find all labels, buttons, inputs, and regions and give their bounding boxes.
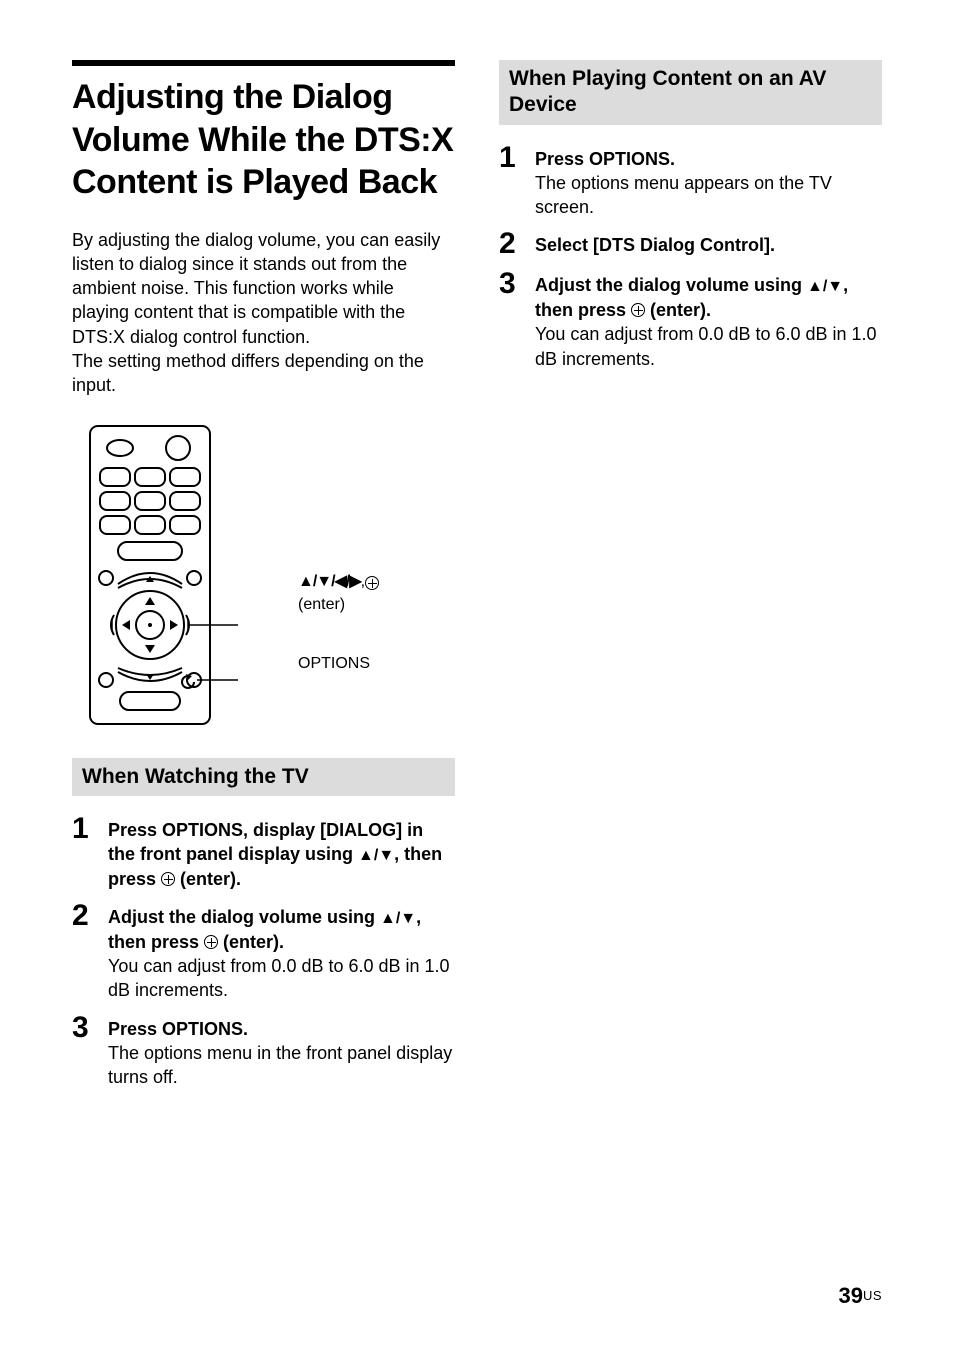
up-down-icon: ▲/▼ [380,910,416,927]
step-number: 3 [72,1013,108,1043]
step-body: Press OPTIONS. The options menu in the f… [108,1013,455,1090]
enter-icon [365,576,379,590]
step-bold-text: Adjust the dialog volume using [108,907,380,927]
step-item: 2 Select [DTS Dialog Control]. [499,229,882,259]
page-footer: 39US [838,1283,882,1309]
step-desc: The options menu appears on the TV scree… [535,173,832,217]
page-suffix: US [863,1288,882,1303]
step-number: 1 [72,814,108,844]
step-number: 2 [72,901,108,931]
remote-callout-dpad: ▲/▼/◀/▶, [298,572,379,593]
arrows-icon: ▲/▼/◀/▶ [298,572,361,593]
step-bold-text: (enter). [645,300,711,320]
right-subheading: When Playing Content on an AV Device [499,60,882,125]
step-body: Adjust the dialog volume using ▲/▼, then… [535,269,882,370]
step-number: 2 [499,229,535,259]
step-body: Adjust the dialog volume using ▲/▼, then… [108,901,455,1002]
page-number: 39 [838,1283,862,1308]
enter-icon [631,303,645,317]
enter-icon [161,872,175,886]
step-bold-text: (enter). [218,932,284,952]
step-bold-text: (enter). [175,869,241,889]
step-item: 1 Press OPTIONS, display [DIALOG] in the… [72,814,455,891]
step-item: 1 Press OPTIONS. The options menu appear… [499,143,882,220]
left-steps: 1 Press OPTIONS, display [DIALOG] in the… [72,814,455,1090]
left-column: Adjusting the Dialog Volume While the DT… [72,60,455,1099]
step-desc: You can adjust from 0.0 dB to 6.0 dB in … [535,324,877,368]
step-bold-text: Adjust the dialog volume using [535,275,807,295]
enter-icon [204,935,218,949]
step-bold-text: Press OPTIONS. [108,1019,248,1039]
right-column: When Playing Content on an AV Device 1 P… [499,60,882,1099]
remote-callout-enter-text: (enter) [298,595,379,616]
step-item: 3 Adjust the dialog volume using ▲/▼, th… [499,269,882,370]
up-down-icon: ▲/▼ [807,278,843,295]
up-down-icon: ▲/▼ [358,847,394,864]
intro-paragraph: By adjusting the dialog volume, you can … [72,228,455,398]
step-item: 3 Press OPTIONS. The options menu in the… [72,1013,455,1090]
step-body: Select [DTS Dialog Control]. [535,229,882,257]
right-steps: 1 Press OPTIONS. The options menu appear… [499,143,882,371]
step-number: 1 [499,143,535,173]
page-title: Adjusting the Dialog Volume While the DT… [72,76,455,204]
remote-diagram: ▲/▼/◀/▶, (enter) OPTIONS [78,420,455,730]
title-rule [72,60,455,66]
step-body: Press OPTIONS. The options menu appears … [535,143,882,220]
step-bold-text: Press OPTIONS. [535,149,675,169]
step-desc: The options menu in the front panel disp… [108,1043,452,1087]
step-bold-text: Select [DTS Dialog Control]. [535,235,775,255]
step-number: 3 [499,269,535,299]
step-item: 2 Adjust the dialog volume using ▲/▼, th… [72,901,455,1002]
step-body: Press OPTIONS, display [DIALOG] in the f… [108,814,455,891]
remote-icon [78,420,298,730]
step-desc: You can adjust from 0.0 dB to 6.0 dB in … [108,956,450,1000]
left-subheading: When Watching the TV [72,758,455,796]
remote-callout-options: OPTIONS [298,654,379,675]
